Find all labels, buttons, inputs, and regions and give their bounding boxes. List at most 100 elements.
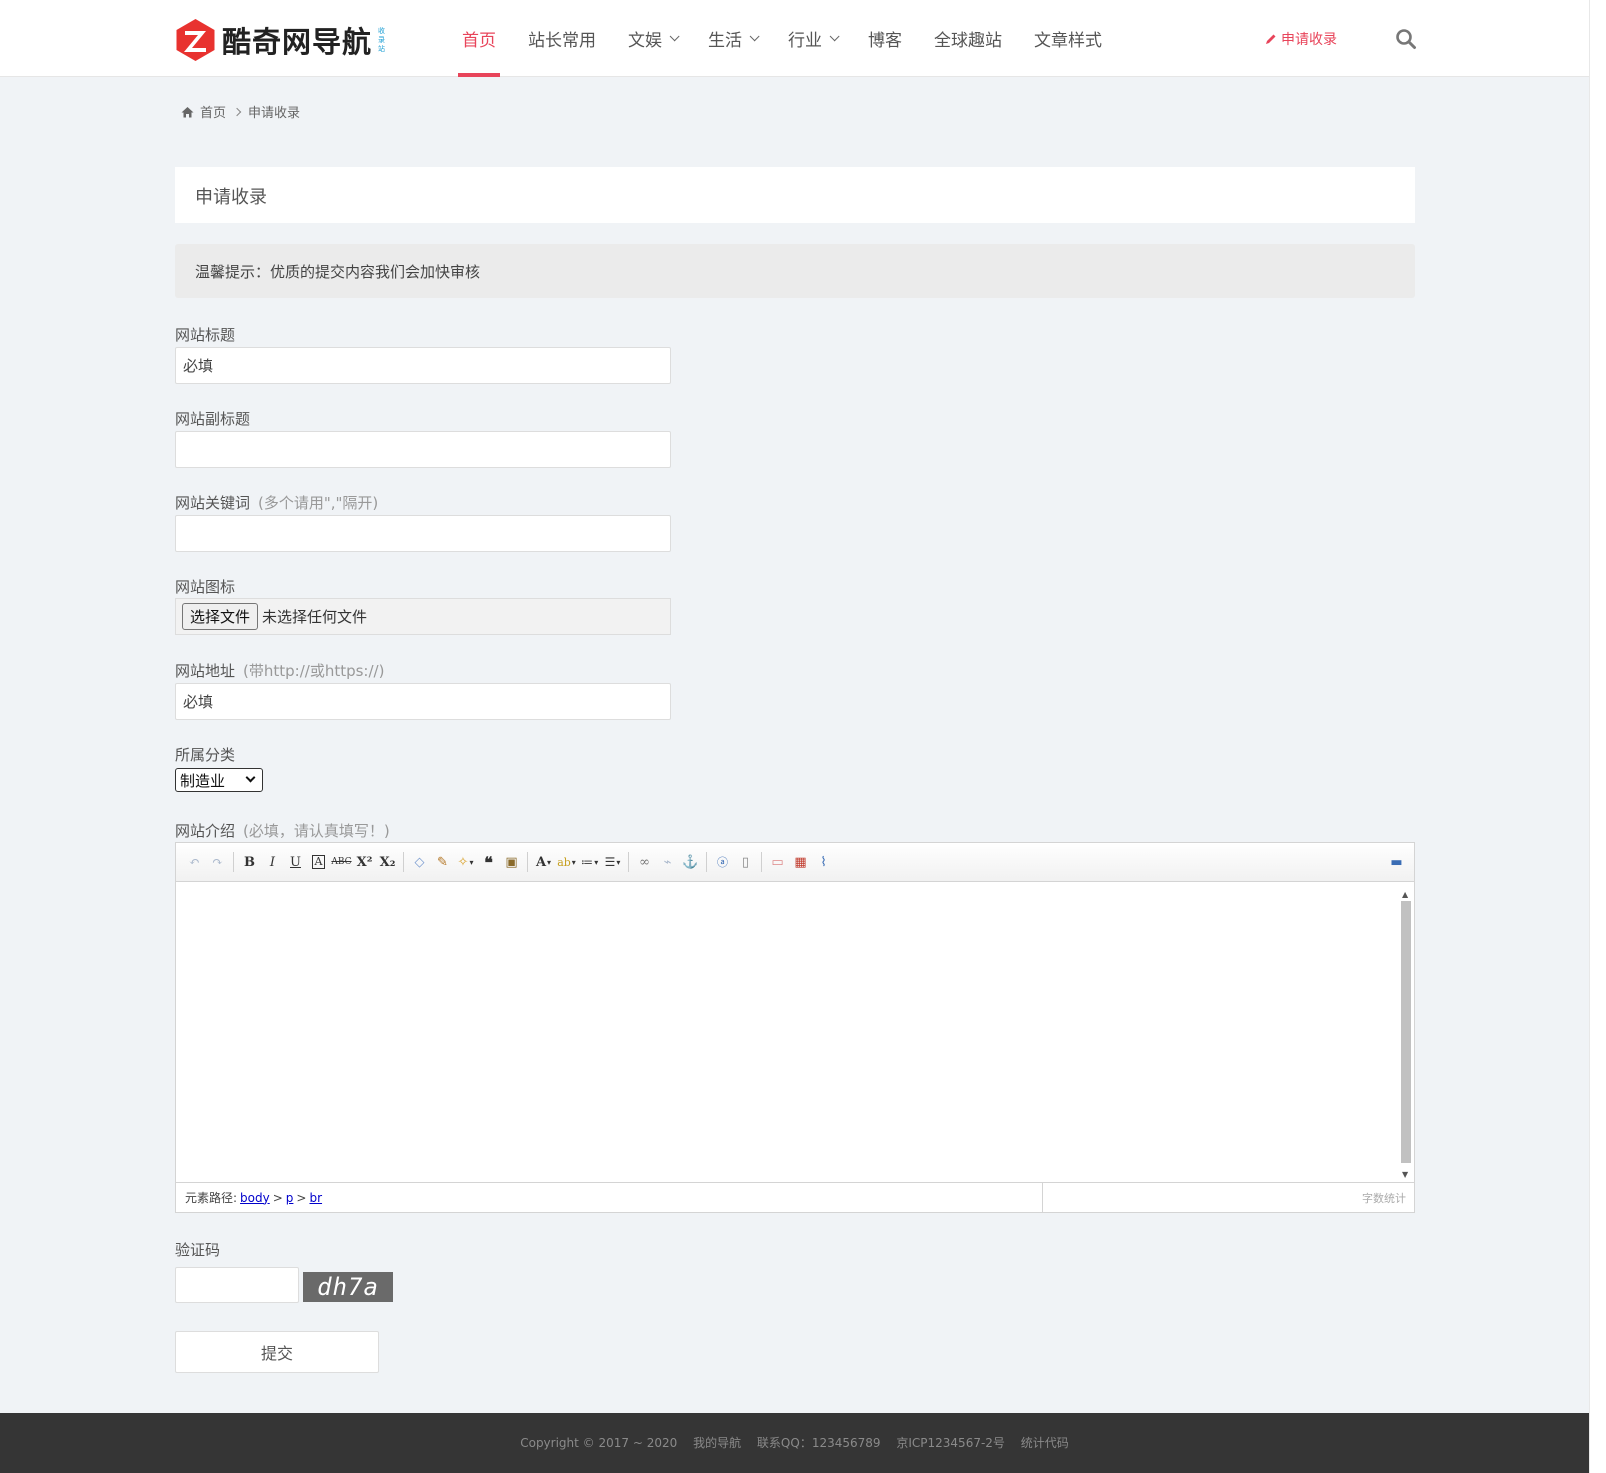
underline-icon[interactable]: U xyxy=(284,851,307,873)
captcha-image[interactable]: dh7a xyxy=(303,1272,393,1302)
toolbar-divider xyxy=(628,852,629,872)
editor-scrollbar[interactable]: ▲ ▼ xyxy=(1399,887,1413,1179)
word-count: 字数统计 xyxy=(1362,1191,1406,1205)
nav-item-webmaster[interactable]: 站长常用 xyxy=(512,0,612,77)
footer-site-link[interactable]: 我的导航 xyxy=(693,1436,741,1450)
main-nav: 首页 站长常用 文娱 生活 行业 博客 全球趣站 文章样式 xyxy=(446,0,1118,77)
link-icon[interactable]: ∞ xyxy=(633,851,656,873)
unlink-icon[interactable]: ⌁ xyxy=(656,851,679,873)
toolbar-divider xyxy=(706,852,707,872)
anchor-icon[interactable]: ⚓ xyxy=(679,851,702,873)
logo-icon xyxy=(176,19,215,61)
search-icon[interactable] xyxy=(1395,28,1417,50)
footer-copyright: Copyright © 2017 ~ 2020 xyxy=(520,1436,678,1450)
site-footer: Copyright © 2017 ~ 2020 我的导航 联系QQ：123456… xyxy=(0,1413,1589,1473)
notice-text: 温馨提示：优质的提交内容我们会加快审核 xyxy=(195,263,481,281)
subtitle-input[interactable] xyxy=(175,431,671,468)
nav-item-life[interactable]: 生活 xyxy=(692,0,772,77)
fullscreen-icon[interactable]: ▬ xyxy=(1385,851,1408,873)
category-value: 制造业 xyxy=(180,771,226,790)
rich-text-editor: ↶ ↷ B I U A ABC X² X₂ ◇ ✎ ✧ ❝ ▣ A ab ≔ ☰… xyxy=(175,842,1415,1213)
footer-qq: 联系QQ：123456789 xyxy=(756,1436,881,1450)
chevron-down-icon xyxy=(669,31,680,42)
toolbar-divider xyxy=(761,852,762,872)
nav-label: 站长常用 xyxy=(528,31,596,51)
choose-file-button[interactable]: 选择文件 xyxy=(182,603,259,630)
logo-subtext: 收录站 xyxy=(378,26,386,53)
toolbar-divider xyxy=(527,852,528,872)
logo-text: 酷奇网导航 xyxy=(222,25,373,59)
nav-item-article-styles[interactable]: 文章样式 xyxy=(1018,0,1118,77)
url-hint: (带http://或https://) xyxy=(243,662,385,680)
italic-icon[interactable]: I xyxy=(261,851,284,873)
scroll-up-icon[interactable]: ▲ xyxy=(1402,890,1408,899)
subscript-icon[interactable]: X₂ xyxy=(376,851,399,873)
highlight-icon[interactable]: ab xyxy=(555,851,578,873)
breadcrumb: 首页 申请收录 xyxy=(181,102,300,121)
site-logo[interactable]: 酷奇网导航 收录站 xyxy=(175,18,387,62)
undo-icon[interactable]: ↶ xyxy=(183,851,206,873)
title-input[interactable] xyxy=(175,347,671,384)
blockquote-icon[interactable]: ❝ xyxy=(477,851,500,873)
intro-label: 网站介绍 (必填，请认真填写！) xyxy=(175,822,390,840)
footer-stats: 统计代码 xyxy=(1020,1436,1069,1450)
nav-item-global-sites[interactable]: 全球趣站 xyxy=(918,0,1018,77)
auto-format-icon[interactable]: ✧ xyxy=(454,851,477,873)
nav-label: 文娱 xyxy=(628,31,662,51)
scroll-down-icon[interactable]: ▼ xyxy=(1402,1170,1408,1179)
path-body[interactable]: body xyxy=(240,1191,270,1205)
notice-box: 温馨提示：优质的提交内容我们会加快审核 xyxy=(175,244,1415,298)
format-brush-icon[interactable]: ✎ xyxy=(431,851,454,873)
nav-item-entertainment[interactable]: 文娱 xyxy=(612,0,692,77)
toolbar-divider xyxy=(403,852,404,872)
attachment-icon[interactable]: ⌇ xyxy=(812,851,835,873)
category-select[interactable]: 制造业 xyxy=(175,768,263,792)
title-label: 网站标题 xyxy=(175,326,236,344)
page-title: 申请收录 xyxy=(195,187,267,208)
pencil-icon xyxy=(1266,34,1276,44)
bold-icon[interactable]: B xyxy=(238,851,261,873)
superscript-icon[interactable]: X² xyxy=(353,851,376,873)
nav-item-industry[interactable]: 行业 xyxy=(772,0,852,77)
intro-hint: (必填，请认真填写！) xyxy=(243,822,390,840)
path-br[interactable]: br xyxy=(309,1191,322,1205)
font-color-icon[interactable]: A xyxy=(532,851,555,873)
editor-statusbar: 元素路径: body > p > br 字数统计 xyxy=(176,1182,1414,1212)
captcha-input[interactable] xyxy=(175,1267,299,1303)
chevron-right-icon xyxy=(232,107,242,116)
element-path: 元素路径: body > p > br xyxy=(176,1183,1043,1212)
ordered-list-icon[interactable]: ≔ xyxy=(578,851,601,873)
file-status: 未选择任何文件 xyxy=(262,608,368,626)
page-break-icon[interactable]: ▯ xyxy=(734,851,757,873)
insert-image-icon[interactable]: ▦ xyxy=(789,851,812,873)
subtitle-label: 网站副标题 xyxy=(175,410,251,428)
keywords-input[interactable] xyxy=(175,515,671,552)
path-separator: > xyxy=(296,1190,307,1205)
strikethrough-icon[interactable]: ABC xyxy=(330,851,353,873)
breadcrumb-home[interactable]: 首页 xyxy=(200,102,226,121)
path-separator: > xyxy=(272,1190,283,1205)
font-border-icon[interactable]: A xyxy=(307,851,330,873)
redo-icon[interactable]: ↷ xyxy=(206,851,229,873)
image-icon[interactable]: ▭ xyxy=(766,851,789,873)
path-p[interactable]: p xyxy=(286,1191,294,1205)
eraser-icon[interactable]: ◇ xyxy=(408,851,431,873)
keywords-hint: (多个请用","隔开) xyxy=(258,494,379,512)
url-input[interactable] xyxy=(175,683,671,720)
home-icon xyxy=(181,106,194,117)
apply-link[interactable]: 申请收录 xyxy=(1265,29,1337,49)
apply-link-label: 申请收录 xyxy=(1281,32,1337,48)
submit-button[interactable]: 提交 xyxy=(175,1331,379,1373)
nav-item-home[interactable]: 首页 xyxy=(446,0,512,77)
page-scrollbar[interactable] xyxy=(1589,0,1606,1473)
nav-item-blog[interactable]: 博客 xyxy=(852,0,918,77)
footer-icp-link[interactable]: 京ICP1234567-2号 xyxy=(896,1436,1005,1450)
paste-plain-icon[interactable]: ▣ xyxy=(500,851,523,873)
nav-label: 行业 xyxy=(788,31,822,51)
special-char-icon[interactable]: ⓐ xyxy=(711,851,734,873)
unordered-list-icon[interactable]: ☰ xyxy=(601,851,624,873)
scrollbar-thumb[interactable] xyxy=(1401,901,1411,1163)
editor-content-area[interactable] xyxy=(176,883,1414,1182)
breadcrumb-current: 申请收录 xyxy=(248,106,301,121)
toolbar-divider xyxy=(233,852,234,872)
